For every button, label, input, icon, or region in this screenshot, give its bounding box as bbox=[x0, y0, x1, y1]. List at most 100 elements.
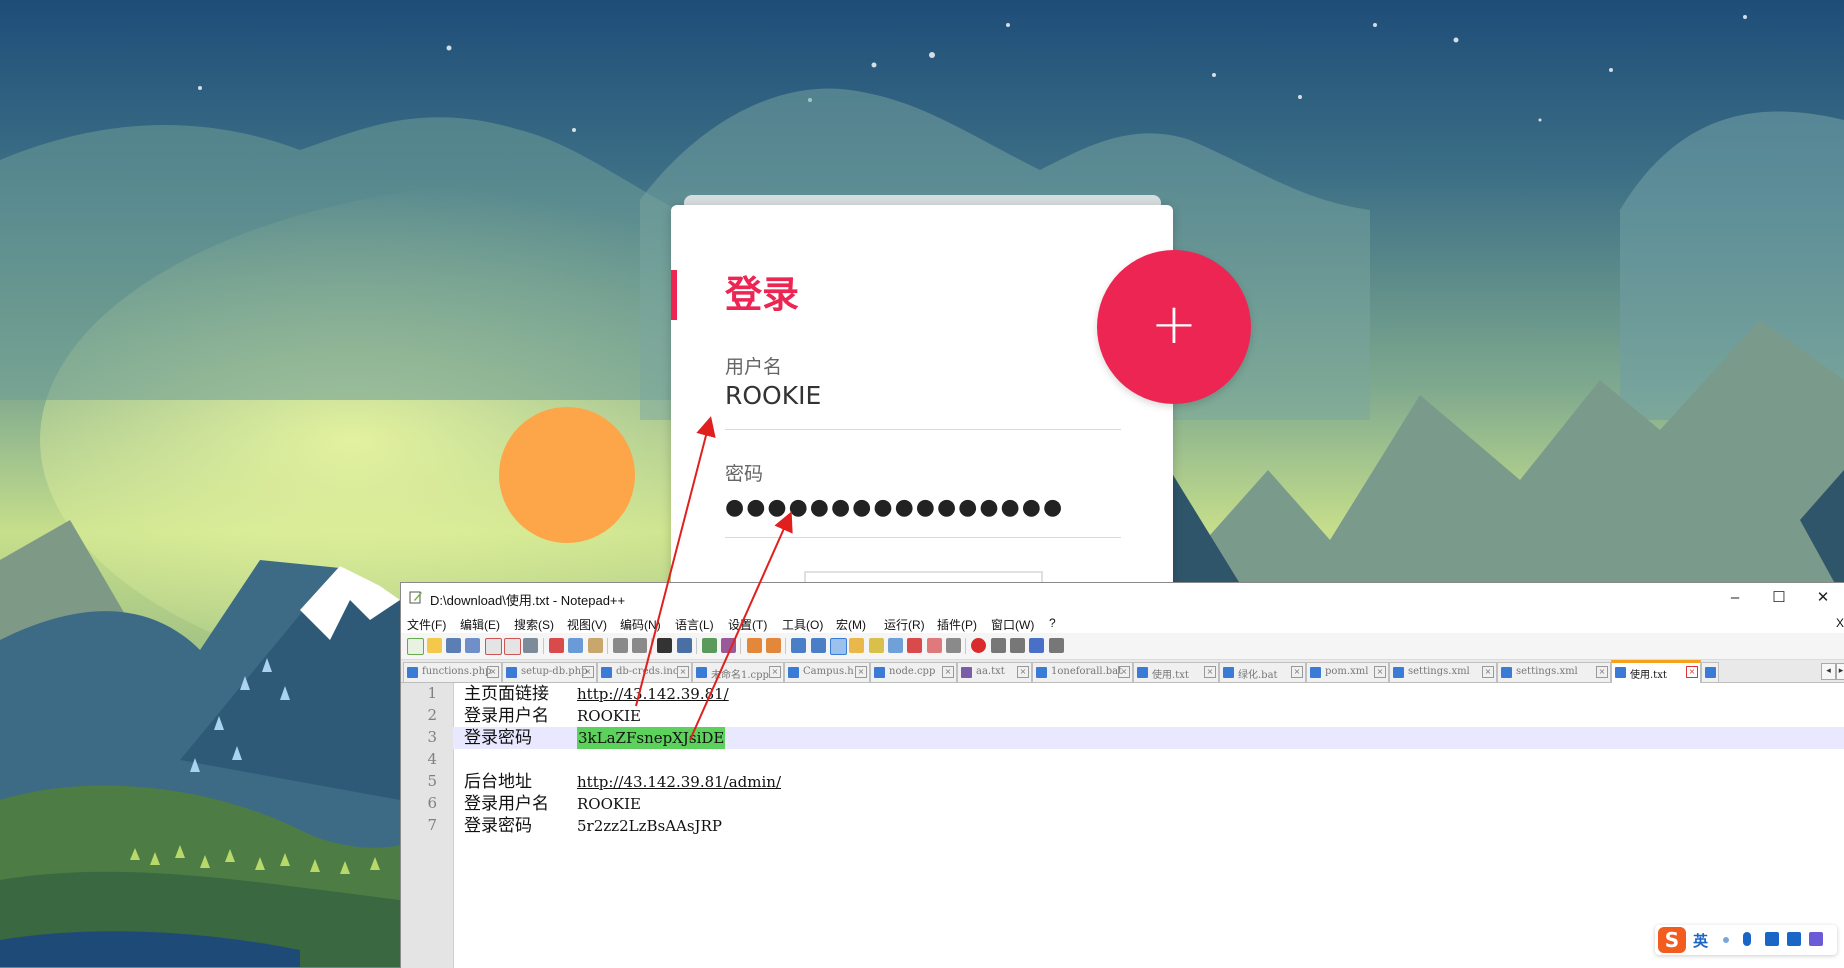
indent-guide-icon[interactable] bbox=[830, 638, 847, 655]
menu-tools[interactable]: 工具(O) bbox=[782, 616, 823, 633]
file-tab[interactable]: 使用.txt × bbox=[1133, 662, 1219, 682]
tab-close-icon[interactable]: × bbox=[855, 666, 867, 678]
folder-workspace-icon[interactable] bbox=[907, 638, 922, 653]
save-macro-icon[interactable] bbox=[1049, 638, 1064, 653]
menu-help[interactable]: ? bbox=[1049, 616, 1056, 630]
text-line[interactable]: 主页面链接 http://43.142.39.81/ bbox=[453, 683, 1844, 705]
minimize-button[interactable]: – bbox=[1713, 583, 1757, 613]
tab-close-icon[interactable]: × bbox=[1686, 666, 1698, 678]
menu-language[interactable]: 语言(L) bbox=[675, 616, 714, 633]
tab-close-icon[interactable]: × bbox=[942, 666, 954, 678]
save-all-icon[interactable] bbox=[465, 638, 480, 653]
username-input[interactable]: ROOKIE bbox=[725, 381, 821, 410]
file-tab-overflow[interactable] bbox=[1701, 662, 1719, 682]
text-line[interactable]: 登录用户名 ROOKIE bbox=[453, 793, 1844, 815]
record-macro-icon[interactable] bbox=[971, 638, 986, 653]
text-line[interactable]: 登录密码 5r2zz2LzBsAAsJRP bbox=[453, 815, 1844, 837]
file-tab[interactable]: 绿化.bat × bbox=[1219, 662, 1306, 682]
text-line[interactable]: 后台地址 http://43.142.39.81/admin/ bbox=[453, 771, 1844, 793]
tab-close-icon[interactable]: × bbox=[1482, 666, 1494, 678]
keyboard-icon[interactable] bbox=[1765, 932, 1779, 946]
menu-view[interactable]: 视图(V) bbox=[567, 616, 607, 633]
tab-close-icon[interactable]: × bbox=[1374, 666, 1386, 678]
save-icon[interactable] bbox=[446, 638, 461, 653]
close-file-icon[interactable] bbox=[485, 638, 502, 655]
file-tab[interactable]: 未命名1.cpp × bbox=[692, 662, 784, 682]
zoom-out-icon[interactable] bbox=[721, 638, 736, 653]
tab-close-icon[interactable]: × bbox=[487, 666, 499, 678]
word-wrap-icon[interactable] bbox=[791, 638, 806, 653]
show-all-chars-icon[interactable] bbox=[811, 638, 826, 653]
file-tab[interactable]: aa.txt × bbox=[957, 662, 1032, 682]
zoom-in-icon[interactable] bbox=[702, 638, 717, 653]
punctuation-icon[interactable] bbox=[1723, 937, 1729, 943]
tab-close-icon[interactable]: × bbox=[677, 666, 689, 678]
tab-close-icon[interactable]: × bbox=[1017, 666, 1029, 678]
file-tab[interactable]: db-creds.inc × bbox=[597, 662, 692, 682]
close-all-icon[interactable] bbox=[504, 638, 521, 655]
file-tab[interactable]: setup-db.php × bbox=[502, 662, 597, 682]
tab-scroll-left[interactable]: ◂ bbox=[1821, 663, 1836, 680]
menu-run[interactable]: 运行(R) bbox=[884, 616, 925, 633]
file-tab[interactable]: Campus.h × bbox=[784, 662, 870, 682]
toolbox-grid-icon[interactable] bbox=[1809, 932, 1823, 946]
sogou-logo-icon[interactable]: S bbox=[1658, 927, 1686, 953]
text-line-empty[interactable] bbox=[453, 749, 1844, 771]
tab-close-icon[interactable]: × bbox=[769, 666, 781, 678]
new-file-icon[interactable] bbox=[407, 638, 424, 655]
microphone-icon[interactable] bbox=[1743, 932, 1751, 946]
text-line[interactable]: 登录用户名 ROOKIE bbox=[453, 705, 1844, 727]
open-file-icon[interactable] bbox=[427, 638, 442, 653]
file-tab[interactable]: settings.xml × bbox=[1389, 662, 1497, 682]
paste-icon[interactable] bbox=[588, 638, 603, 653]
tab-scroll-right[interactable]: ▸ bbox=[1836, 663, 1844, 680]
doc-map-icon[interactable] bbox=[869, 638, 884, 653]
register-plus-button[interactable]: + bbox=[1097, 250, 1251, 404]
replace-icon[interactable] bbox=[677, 638, 692, 653]
menu-settings[interactable]: 设置(T) bbox=[728, 616, 767, 633]
print-icon[interactable] bbox=[523, 638, 538, 653]
menu-window[interactable]: 窗口(W) bbox=[991, 616, 1034, 633]
password-input[interactable]: ●●●●●●●●●●●●●●●● bbox=[725, 495, 1064, 520]
cut-icon[interactable] bbox=[549, 638, 564, 653]
maximize-button[interactable]: ☐ bbox=[1757, 583, 1801, 613]
menu-search[interactable]: 搜索(S) bbox=[514, 616, 554, 633]
file-tab[interactable]: pom.xml × bbox=[1306, 662, 1389, 682]
play-macro-icon[interactable] bbox=[1010, 638, 1025, 653]
menu-close-doc[interactable]: X bbox=[1836, 616, 1844, 630]
editor-area[interactable]: 1 2 3 4 5 6 7 主页面链接 http://43.142.39.81/… bbox=[401, 683, 1844, 968]
sync-vertical-icon[interactable] bbox=[747, 638, 762, 653]
eye-icon[interactable] bbox=[946, 638, 961, 653]
sync-horizontal-icon[interactable] bbox=[766, 638, 781, 653]
tab-close-icon[interactable]: × bbox=[1204, 666, 1216, 678]
redo-icon[interactable] bbox=[632, 638, 647, 653]
run-macro-multiple-icon[interactable] bbox=[1029, 638, 1044, 653]
file-tab[interactable]: settings.xml × bbox=[1497, 662, 1611, 682]
function-list-icon[interactable] bbox=[888, 638, 903, 653]
undo-icon[interactable] bbox=[613, 638, 628, 653]
skin-shirt-icon[interactable] bbox=[1787, 932, 1801, 946]
file-tab[interactable]: 1oneforall.bat × bbox=[1032, 662, 1133, 682]
stop-macro-icon[interactable] bbox=[991, 638, 1006, 653]
file-tab[interactable]: node.cpp × bbox=[870, 662, 957, 682]
admin-link[interactable]: http://43.142.39.81/admin/ bbox=[577, 771, 781, 793]
menu-file[interactable]: 文件(F) bbox=[407, 616, 446, 633]
homepage-link[interactable]: http://43.142.39.81/ bbox=[577, 683, 729, 705]
close-button[interactable]: ✕ bbox=[1801, 583, 1844, 613]
tab-close-icon[interactable]: × bbox=[1596, 666, 1608, 678]
tab-close-icon[interactable]: × bbox=[582, 666, 594, 678]
copy-icon[interactable] bbox=[568, 638, 583, 653]
file-tab-active[interactable]: 使用.txt × bbox=[1611, 660, 1701, 684]
menu-encoding[interactable]: 编码(N) bbox=[620, 616, 661, 633]
monitoring-icon[interactable] bbox=[927, 638, 942, 653]
find-icon[interactable] bbox=[657, 638, 672, 653]
ime-language-toggle[interactable]: 英 bbox=[1693, 930, 1708, 951]
menu-macro[interactable]: 宏(M) bbox=[836, 616, 866, 633]
tab-close-icon[interactable]: × bbox=[1118, 666, 1130, 678]
lang-define-icon[interactable] bbox=[849, 638, 864, 653]
tab-close-icon[interactable]: × bbox=[1291, 666, 1303, 678]
menu-plugins[interactable]: 插件(P) bbox=[937, 616, 977, 633]
text-line-current[interactable]: 登录密码 3kLaZFsnepXJsiDE bbox=[453, 727, 1844, 749]
menu-edit[interactable]: 编辑(E) bbox=[460, 616, 500, 633]
file-tab[interactable]: functions.php × bbox=[403, 662, 502, 682]
